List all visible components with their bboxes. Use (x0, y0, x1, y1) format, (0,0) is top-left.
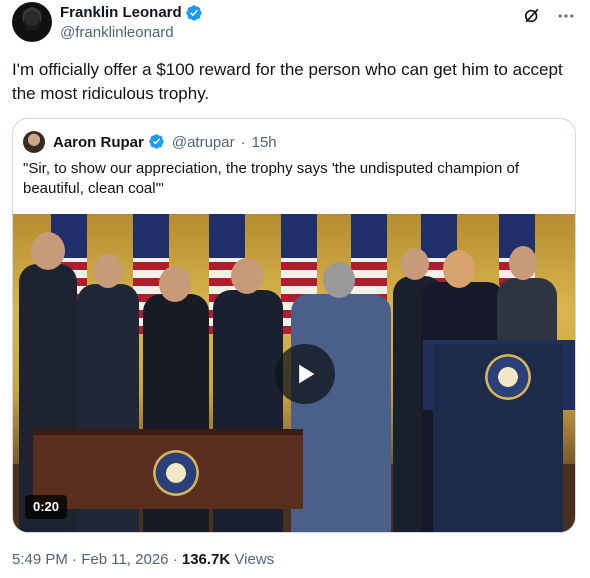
verified-badge-icon (185, 4, 203, 22)
video-person-head (31, 232, 65, 270)
video-person-head (231, 258, 263, 294)
quoted-author-handle[interactable]: @atrupar (172, 134, 235, 151)
video-person-head (93, 254, 123, 288)
author-handle[interactable]: @franklinleonard (60, 24, 174, 42)
quoted-tweet-header: Aaron Rupar @atrupar · 15h (23, 131, 277, 153)
quoted-tweet[interactable]: Aaron Rupar @atrupar · 15h "Sir, to show… (12, 118, 576, 533)
views-count[interactable]: 136.7K (182, 551, 230, 568)
video-person (291, 294, 391, 532)
quoted-meta-separator: · (240, 133, 246, 151)
play-icon (299, 364, 315, 384)
author-display-name[interactable]: Franklin Leonard (60, 4, 182, 22)
video-person-head (323, 262, 355, 298)
quoted-author-name[interactable]: Aaron Rupar (53, 134, 144, 151)
quoted-tweet-age[interactable]: 15h (252, 134, 277, 151)
video-person-head (443, 250, 475, 288)
author-name-row: Franklin Leonard (60, 4, 203, 22)
author-avatar[interactable] (12, 2, 52, 42)
quoted-author-avatar[interactable] (23, 131, 45, 153)
tweet-text: I'm officially offer a $100 reward for t… (12, 60, 563, 103)
quoted-tweet-text: "Sir, to show our appreciation, the trop… (23, 160, 519, 197)
grok-icon[interactable] (522, 6, 542, 26)
video-person-head (509, 246, 537, 280)
video-person-head (159, 266, 191, 302)
tweet-date[interactable]: Feb 11, 2026 (81, 551, 168, 568)
play-button[interactable] (275, 344, 335, 404)
video-person-head (401, 248, 429, 280)
video-player[interactable]: 0:20 (13, 214, 575, 532)
meta-separator: · (72, 551, 78, 568)
presidential-seal-image (485, 354, 531, 400)
verified-badge-icon (148, 133, 166, 151)
tweet-time[interactable]: 5:49 PM (12, 551, 68, 568)
video-duration: 0:20 (25, 495, 68, 519)
presidential-seal-image (153, 450, 199, 496)
views-label: Views (234, 551, 275, 568)
tweet-meta: 5:49 PM · Feb 11, 2026 · 136.7K Views (12, 550, 274, 570)
more-icon[interactable] (556, 6, 576, 26)
meta-separator: · (172, 551, 178, 568)
tweet-actions (522, 6, 576, 26)
